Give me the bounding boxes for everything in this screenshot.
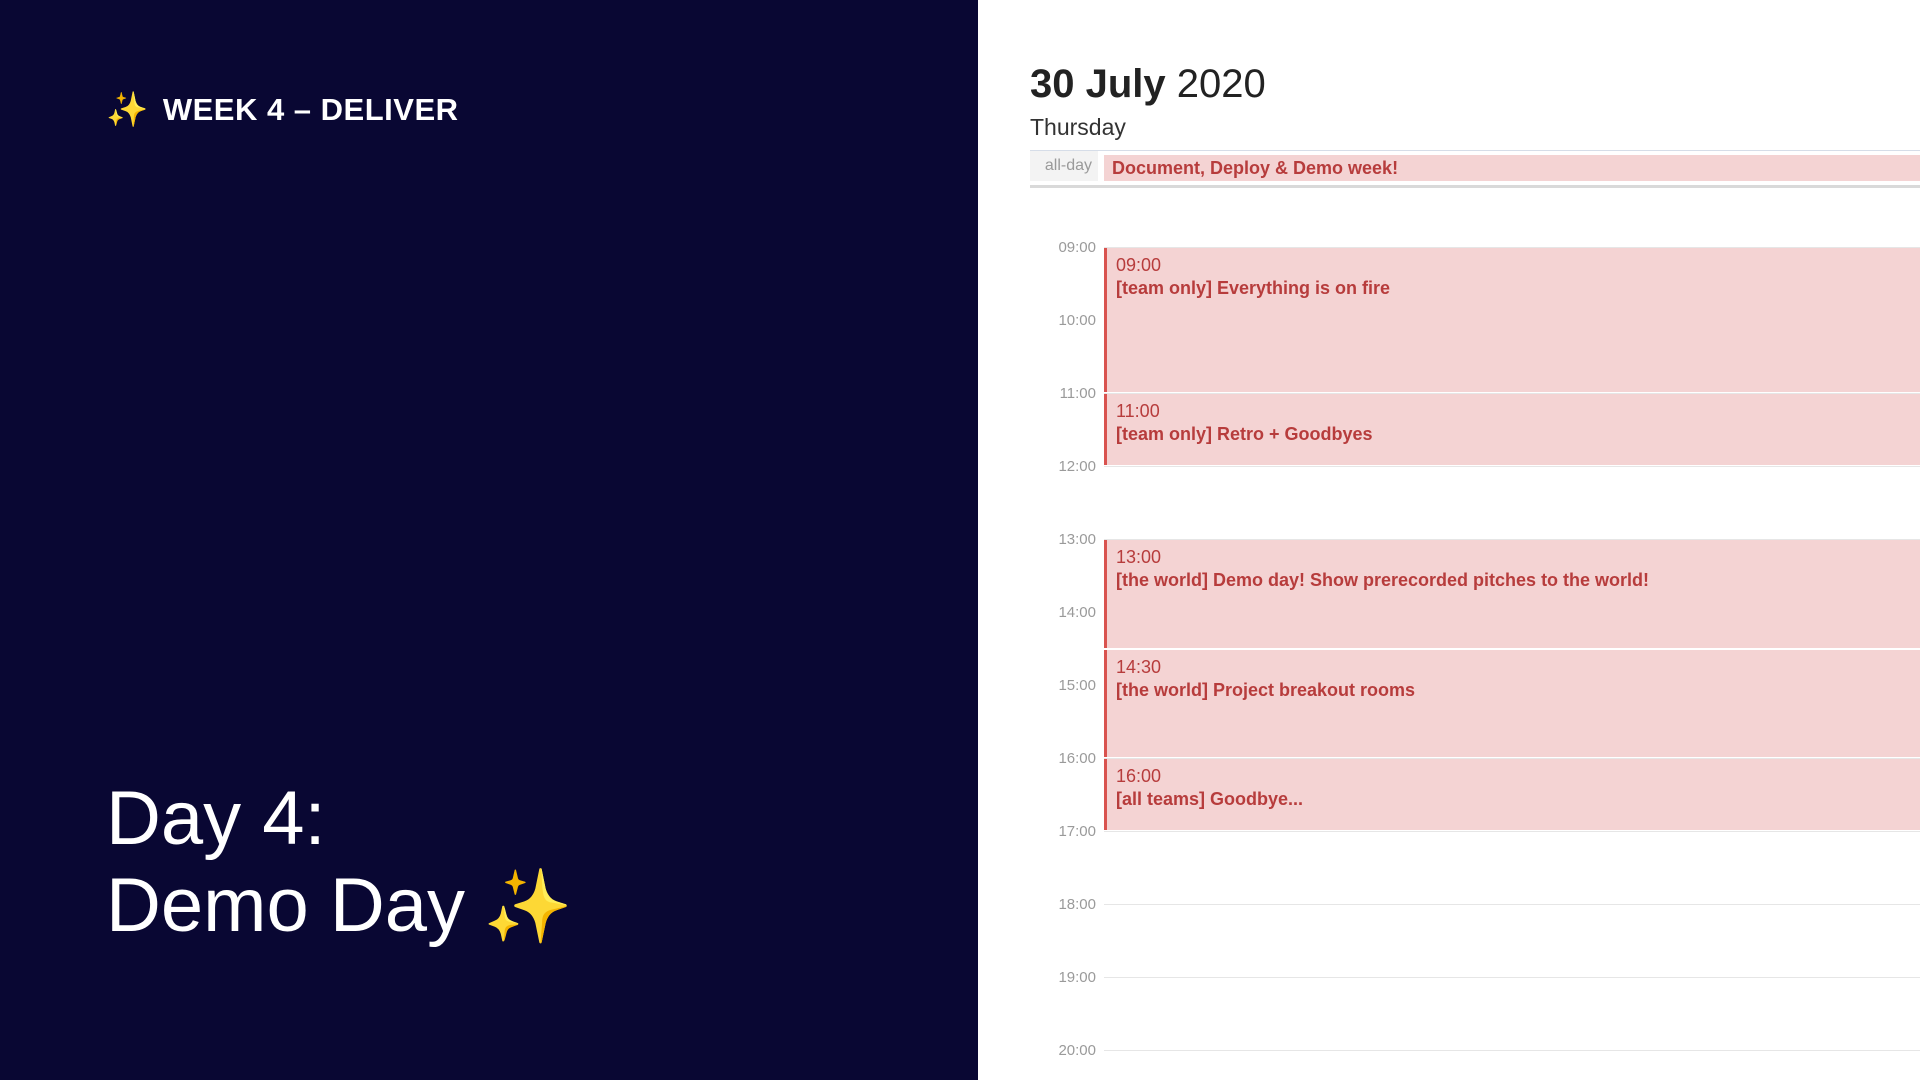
calendar-event[interactable]: 13:00 [the world] Demo day! Show prerecor…: [1104, 540, 1920, 648]
hour-label: 15:00: [1058, 677, 1096, 694]
hour-label: 18:00: [1058, 896, 1096, 913]
hour-label: 13:00: [1058, 531, 1096, 548]
calendar-event[interactable]: 16:00 [all teams] Goodbye...: [1104, 759, 1920, 830]
hour-label: 14:00: [1058, 604, 1096, 621]
hour-label: 11:00: [1059, 385, 1096, 402]
title-line-2: Demo Day ✨: [106, 862, 587, 949]
slide-title: Day 4: Demo Day ✨: [106, 775, 587, 949]
hour-label: 10:00: [1058, 312, 1096, 329]
week-label: WEEK 4 – DELIVER: [162, 92, 459, 127]
event-time: 09:00: [1116, 255, 1162, 275]
sparkles-icon: ✨: [106, 91, 149, 129]
event-title: [the world] Project breakout rooms: [1116, 679, 1416, 700]
hour-label: 09:00: [1058, 239, 1096, 256]
event-time: 16:00: [1116, 766, 1162, 786]
hour-label: 20:00: [1058, 1042, 1096, 1059]
event-title: [all teams] Goodbye...: [1116, 789, 1304, 809]
hour-gridline: [1104, 904, 1920, 905]
sparkles-icon: ✨: [483, 867, 573, 947]
calendar-event[interactable]: 09:00 [team only] Everything is on fire: [1104, 248, 1920, 392]
event-title: [team only] Everything is on fire: [1116, 278, 1391, 298]
event-time: 13:00: [1116, 547, 1162, 567]
calendar-event[interactable]: 14:30 [the world] Project breakout rooms: [1104, 649, 1920, 757]
hour-label: 12:00: [1058, 458, 1096, 475]
hour-gridline: [1104, 1050, 1920, 1051]
hour-label: 16:00: [1058, 750, 1096, 767]
event-time: 11:00: [1116, 401, 1160, 421]
slide-panel: ✨ WEEK 4 – DELIVER Day 4: Demo Day ✨: [0, 0, 978, 1080]
title-line-2-text: Demo Day: [106, 863, 465, 948]
time-grid: 09:00 10:00 11:00 12:00 13:00 14:00 15:00 16:00…: [1030, 0, 1920, 1080]
week-heading: ✨ WEEK 4 – DELIVER: [106, 92, 459, 128]
calendar-event[interactable]: 11:00 [team only] Retro + Goodbyes: [1104, 394, 1920, 465]
hour-gridline: [1104, 831, 1920, 832]
title-line-1: Day 4:: [106, 776, 326, 861]
hour-gridline: [1104, 977, 1920, 978]
calendar-day-view: 30 July 2020 Thursday all-day Document, …: [978, 0, 1920, 1080]
hour-label: 19:00: [1058, 969, 1096, 986]
event-title: [the world] Demo day! Show prerecorded p…: [1116, 570, 1650, 590]
event-time: 14:30: [1116, 656, 1162, 677]
hour-label: 17:00: [1058, 823, 1096, 840]
event-title: [team only] Retro + Goodbyes: [1116, 424, 1373, 444]
hour-gridline: [1104, 466, 1920, 467]
